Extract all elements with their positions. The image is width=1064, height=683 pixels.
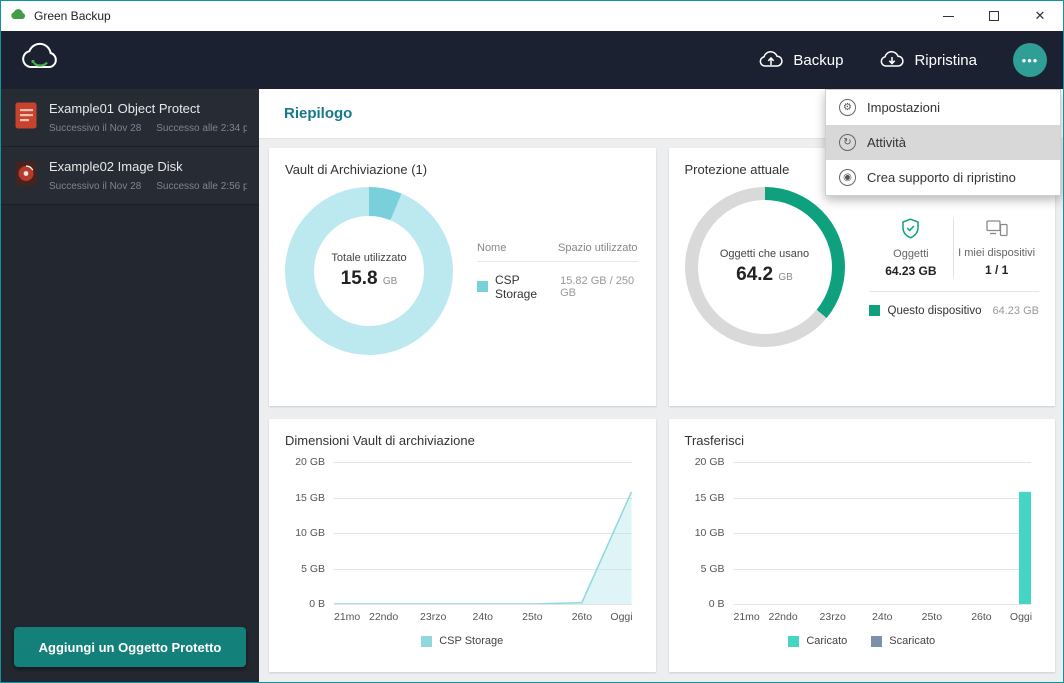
close-icon: ✕ (1035, 8, 1046, 24)
protected-item-image-disk[interactable]: Example02 Image Disk Successivo il Nov 2… (1, 147, 259, 205)
legend-label-downloaded: Scaricato (889, 635, 935, 647)
window-controls: ✕ (925, 1, 1063, 31)
objects-value: 64.23 GB (885, 264, 936, 278)
restore-label: Ripristina (914, 52, 977, 69)
recovery-media-icon: ◉ (839, 169, 856, 186)
settings-icon: ⚙ (839, 99, 856, 116)
vault-size-chart-title: Dimensioni Vault di archiviazione (285, 433, 640, 448)
chart-legend: CSP Storage (285, 635, 640, 647)
objects-label: Oggetti (893, 248, 928, 260)
menu-item-label: Crea supporto di ripristino (867, 170, 1016, 185)
this-device-label: Questo dispositivo (888, 305, 982, 317)
this-device-value: 64.23 GB (993, 305, 1039, 317)
last-backup-text: Successo alle 2:56 p (156, 181, 247, 192)
plot-area (334, 462, 632, 604)
devices-icon (986, 218, 1008, 243)
transfer-chart: 20 GB15 GB10 GB5 GB0 B 21mo22ndo23rzo24t… (685, 462, 1032, 624)
backup-button[interactable]: Backup (758, 48, 843, 72)
vault-card-title: Vault di Archiviazione (1) (285, 162, 640, 177)
protected-item-object[interactable]: Example01 Object Protect Successivo il N… (1, 89, 259, 147)
app-window: Green Backup ✕ Backup (0, 0, 1064, 683)
this-device-row: Questo dispositivo 64.23 GB (869, 291, 1040, 317)
add-protected-object-button[interactable]: Aggiungi un Oggetto Protetto (14, 627, 246, 667)
column-header-space: Spazio utilizzato (558, 242, 638, 254)
app-header: Backup Ripristina ••• (1, 31, 1063, 89)
minimize-button[interactable] (925, 1, 971, 31)
vault-table: Nome Spazio utilizzato CSP Storage 15.82… (477, 242, 640, 301)
document-icon (14, 101, 38, 135)
legend-swatch-downloaded-icon (871, 636, 882, 647)
legend-label-uploaded: Caricato (806, 635, 847, 647)
devices-stat: I miei dispositivi 1 / 1 (954, 218, 1039, 278)
storage-space: 15.82 GB / 250 GB (560, 275, 637, 299)
page-title: Riepilogo (284, 105, 352, 122)
device-swatch-icon (869, 305, 880, 316)
protected-item-title: Example02 Image Disk (49, 159, 247, 174)
vault-card: Vault di Archiviazione (1) Totale utiliz… (269, 148, 656, 406)
transfer-chart-title: Trasferisci (685, 433, 1040, 448)
activity-icon: ↻ (839, 134, 856, 151)
x-axis-labels: 21mo22ndo23rzo24to25to26toOggi (734, 611, 1032, 624)
app-logo-icon (19, 41, 65, 80)
ellipsis-icon: ••• (1022, 53, 1039, 68)
cloud-download-icon (879, 48, 905, 72)
donut-center-label: Totale utilizzato (331, 252, 406, 264)
next-backup-text: Successivo il Nov 28 (49, 181, 141, 192)
menu-item-recovery-media[interactable]: ◉ Crea supporto di ripristino (826, 160, 1060, 195)
maximize-icon (989, 11, 999, 21)
protected-item-title: Example01 Object Protect (49, 101, 247, 116)
objects-stat: Oggetti 64.23 GB (869, 218, 954, 278)
close-button[interactable]: ✕ (1017, 1, 1063, 31)
legend-swatch-icon (421, 636, 432, 647)
maximize-button[interactable] (971, 1, 1017, 31)
menu-item-label: Attività (867, 135, 906, 150)
window-title: Green Backup (34, 9, 111, 23)
restore-button[interactable]: Ripristina (879, 48, 977, 72)
chart-legend: Caricato Scaricato (685, 635, 1040, 647)
y-axis-labels: 20 GB15 GB10 GB5 GB0 B (285, 462, 325, 604)
shield-icon (901, 218, 920, 244)
donut-center-value: 15.8 GB (341, 268, 398, 290)
storage-name: CSP Storage (495, 273, 553, 301)
minimize-icon (943, 16, 954, 17)
cloud-upload-icon (758, 48, 784, 72)
table-row: CSP Storage 15.82 GB / 250 GB (477, 273, 638, 301)
column-header-name: Nome (477, 242, 506, 254)
sidebar: Example01 Object Protect Successivo il N… (1, 89, 259, 682)
devices-label: I miei dispositivi (958, 247, 1035, 259)
legend-swatch-uploaded-icon (788, 636, 799, 647)
transfer-chart-card: Trasferisci 20 GB15 GB10 GB5 GB0 B 21mo2… (669, 419, 1056, 672)
summary-cards: Vault di Archiviazione (1) Totale utiliz… (259, 139, 1063, 682)
last-backup-text: Successo alle 2:34 p (156, 123, 247, 134)
header-actions: Backup Ripristina ••• (758, 43, 1047, 77)
menu-item-label: Impostazioni (867, 100, 940, 115)
vault-donut: Totale utilizzato 15.8 GB (285, 187, 453, 355)
menu-item-settings[interactable]: ⚙ Impostazioni (826, 90, 1060, 125)
y-axis-labels: 20 GB15 GB10 GB5 GB0 B (685, 462, 725, 604)
plot-area (734, 462, 1032, 604)
titlebar: Green Backup ✕ (1, 1, 1063, 31)
vault-size-chart: 20 GB15 GB10 GB5 GB0 B 21mo22ndo23rzo24t… (285, 462, 632, 624)
more-options-button[interactable]: ••• (1013, 43, 1047, 77)
protection-donut: Oggetti che usano 64.2 GB (685, 187, 845, 347)
x-axis-labels: 21mo22ndo23rzo24to25to26toOggi (334, 611, 632, 624)
legend-label: CSP Storage (439, 635, 503, 647)
donut-center-label: Oggetti che usano (720, 248, 809, 260)
vault-size-chart-card: Dimensioni Vault di archiviazione 20 GB1… (269, 419, 656, 672)
donut-center-value: 64.2 GB (736, 264, 793, 286)
next-backup-text: Successivo il Nov 28 (49, 123, 141, 134)
disk-image-icon (14, 159, 38, 193)
backup-label: Backup (793, 52, 843, 69)
storage-swatch-icon (477, 281, 488, 292)
devices-value: 1 / 1 (985, 263, 1008, 277)
more-options-menu: ⚙ Impostazioni ↻ Attività ◉ Crea support… (825, 89, 1061, 196)
menu-item-activity[interactable]: ↻ Attività (826, 125, 1060, 160)
app-cloud-icon (10, 7, 27, 25)
